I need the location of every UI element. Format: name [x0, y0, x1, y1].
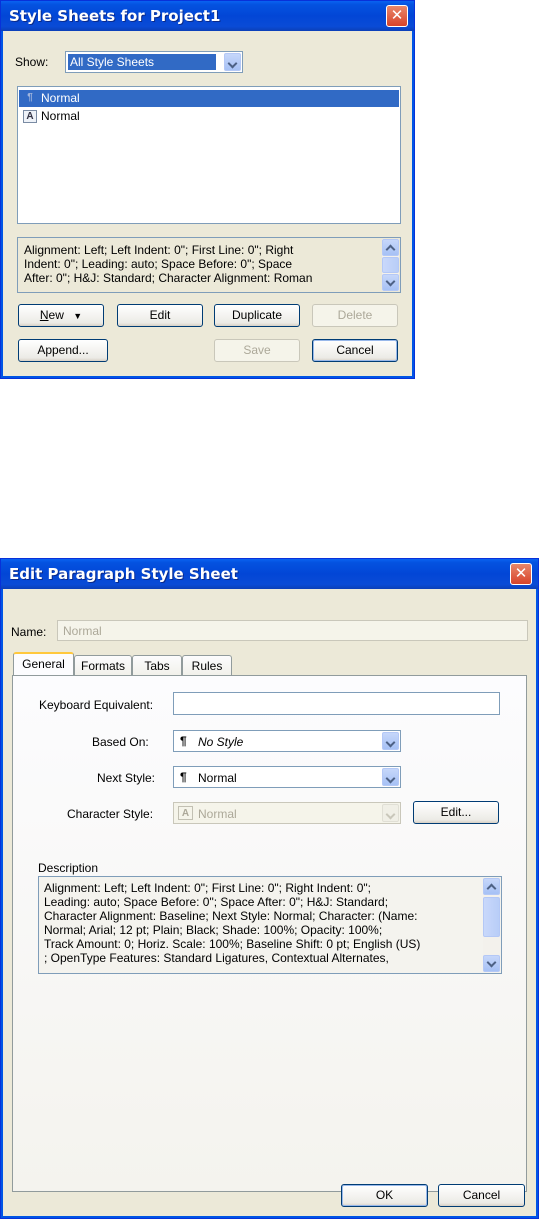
description-label: Description	[38, 861, 99, 875]
style-sheets-dialog: Style Sheets for Project1 ✕ Show: All St…	[0, 0, 415, 379]
cancel-button[interactable]: Cancel	[312, 339, 398, 362]
name-field-value: Normal	[63, 624, 102, 638]
list-item[interactable]: ¶ Normal	[19, 90, 399, 107]
keyboard-equivalent-input[interactable]	[173, 692, 500, 715]
close-icon[interactable]: ✕	[510, 563, 532, 585]
chevron-down-icon[interactable]	[224, 53, 241, 71]
scroll-up-icon[interactable]	[483, 878, 500, 895]
keyboard-equivalent-label: Keyboard Equivalent:	[39, 698, 154, 712]
description-scrollbar[interactable]	[483, 878, 500, 972]
description-line: Alignment: Left; Left Indent: 0"; First …	[44, 881, 371, 895]
save-button[interactable]: Save	[214, 339, 300, 362]
based-on-label: Based On:	[92, 735, 149, 749]
description-line: Track Amount: 0; Horiz. Scale: 100%; Bas…	[44, 937, 421, 951]
cancel-button[interactable]: Cancel	[438, 1184, 525, 1207]
description-line: Normal; Arial; 12 pt; Plain; Black; Shad…	[44, 923, 383, 937]
chevron-down-icon[interactable]	[382, 768, 399, 786]
duplicate-button[interactable]: Duplicate	[214, 304, 300, 327]
name-field[interactable]: Normal	[57, 620, 528, 641]
tab-general[interactable]: General	[13, 652, 74, 675]
tab-rules[interactable]: Rules	[182, 655, 232, 676]
ok-button[interactable]: OK	[341, 1184, 428, 1207]
next-style-label: Next Style:	[97, 771, 156, 785]
new-button-mnemonic: N	[39, 308, 49, 322]
new-button[interactable]: New ▼	[18, 304, 104, 327]
tab-formats[interactable]: Formats	[74, 655, 132, 676]
edit-button[interactable]: Edit	[117, 304, 203, 327]
scroll-thumb[interactable]	[483, 897, 500, 937]
dropdown-arrow-icon: ▼	[73, 311, 83, 321]
character-style-icon: A	[178, 806, 193, 820]
character-style-label: Character Style:	[67, 807, 154, 821]
list-item-label: Normal	[41, 91, 80, 105]
chevron-down-icon[interactable]	[382, 804, 399, 822]
description-line: Leading: auto; Space Before: 0"; Space A…	[44, 895, 389, 909]
style-list[interactable]: ¶ Normal A Normal	[17, 86, 401, 224]
delete-button[interactable]: Delete	[312, 304, 398, 327]
next-style-value: Normal	[198, 771, 237, 785]
close-icon[interactable]: ✕	[386, 5, 408, 27]
style-sheets-title: Style Sheets for Project1	[9, 7, 221, 25]
name-label: Name:	[11, 625, 47, 639]
show-label: Show:	[15, 55, 49, 69]
scroll-up-icon[interactable]	[382, 239, 399, 256]
paragraph-icon: ¶	[180, 770, 187, 784]
next-style-dropdown[interactable]: ¶ Normal	[173, 766, 401, 788]
character-style-icon: A	[23, 110, 37, 123]
style-sheets-titlebar[interactable]: Style Sheets for Project1	[1, 1, 414, 31]
based-on-value: No Style	[198, 735, 244, 749]
description-line: Character Alignment: Baseline; Next Styl…	[44, 909, 418, 923]
scroll-thumb[interactable]	[382, 257, 399, 273]
paragraph-icon: ¶	[180, 734, 187, 748]
scroll-down-icon[interactable]	[483, 955, 500, 972]
character-style-value: Normal	[198, 807, 237, 821]
edit-character-style-button[interactable]: Edit...	[413, 801, 499, 824]
description-line: ; OpenType Features: Standard Ligatures,…	[44, 951, 389, 965]
style-description-box: Alignment: Left; Left Indent: 0"; First …	[17, 237, 401, 293]
general-tab-panel: Keyboard Equivalent: Based On: ¶ No Styl…	[12, 675, 527, 1192]
scroll-down-icon[interactable]	[382, 274, 399, 291]
description-line: Indent: 0"; Leading: auto; Space Before:…	[24, 257, 293, 271]
edit-paragraph-style-dialog: Edit Paragraph Style Sheet ✕ Name: Norma…	[0, 558, 539, 1219]
description-box: Alignment: Left; Left Indent: 0"; First …	[38, 876, 502, 974]
description-scrollbar[interactable]	[382, 239, 399, 291]
character-style-dropdown[interactable]: A Normal	[173, 802, 401, 824]
tab-tabs[interactable]: Tabs	[132, 655, 182, 676]
based-on-dropdown[interactable]: ¶ No Style	[173, 730, 401, 752]
edit-paragraph-title: Edit Paragraph Style Sheet	[9, 565, 238, 583]
list-item[interactable]: A Normal	[19, 108, 399, 125]
show-dropdown[interactable]: All Style Sheets	[65, 51, 243, 73]
new-button-label: ew	[48, 308, 64, 322]
list-item-label: Normal	[41, 109, 80, 123]
description-line: Alignment: Left; Left Indent: 0"; First …	[24, 243, 294, 257]
description-line: After: 0"; H&J: Standard; Character Alig…	[24, 271, 313, 285]
paragraph-style-icon: ¶	[27, 92, 33, 103]
edit-paragraph-titlebar[interactable]: Edit Paragraph Style Sheet	[1, 559, 538, 589]
show-dropdown-value: All Style Sheets	[68, 54, 216, 70]
append-button[interactable]: Append...	[18, 339, 108, 362]
chevron-down-icon[interactable]	[382, 732, 399, 750]
